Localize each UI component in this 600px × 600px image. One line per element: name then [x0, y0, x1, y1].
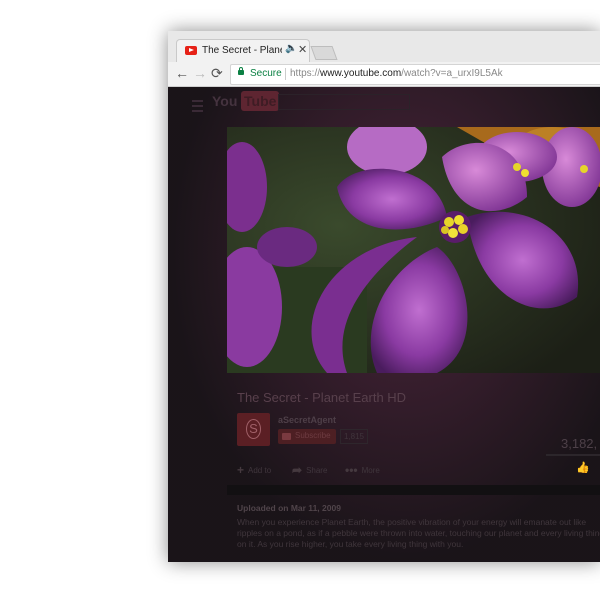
forward-arrow-icon[interactable]: →: [193, 65, 207, 81]
more-button[interactable]: ••• More: [345, 463, 380, 477]
youtube-page: You Tube The Secret - Planet Earth HD S …: [168, 87, 600, 562]
subscribe-button[interactable]: Subscribe: [278, 429, 336, 444]
youtube-favicon-icon: [185, 46, 197, 55]
plus-icon: +: [237, 463, 245, 477]
share-button[interactable]: ➦ Share: [292, 463, 327, 477]
url-host: www.youtube.com: [320, 68, 402, 79]
lock-icon: [238, 67, 244, 75]
channel-avatar[interactable]: [237, 413, 270, 446]
video-player[interactable]: [227, 127, 600, 373]
youtube-logo-tube[interactable]: Tube: [241, 91, 280, 111]
secure-label: Secure: [250, 68, 282, 79]
url-text[interactable]: https://www.youtube.com/watch?v=a_urxI9L…: [290, 68, 503, 79]
browser-toolbar: ← → ⟳ Secure https://www.youtube.com/wat…: [168, 62, 600, 87]
video-frame-violet-flower: [227, 127, 600, 373]
search-input[interactable]: [278, 94, 410, 110]
tab-strip: The Secret - Planet Earth HD - YouTube 🔈…: [168, 31, 600, 63]
subscriber-count: 1,815: [340, 429, 368, 444]
browser-tab[interactable]: The Secret - Planet Earth HD - YouTube 🔈…: [176, 39, 310, 63]
add-to-button[interactable]: + Add to: [237, 463, 271, 477]
hamburger-menu-icon[interactable]: [192, 100, 203, 112]
view-count: 3,182,: [561, 436, 598, 451]
reload-icon[interactable]: ⟳: [211, 65, 223, 81]
sentiment-bar: [546, 454, 600, 456]
section-divider: [227, 485, 600, 495]
channel-name[interactable]: aSecretAgent: [278, 415, 336, 425]
back-arrow-icon[interactable]: ←: [175, 65, 189, 81]
subscribe-label: Subscribe: [295, 431, 331, 440]
share-label: Share: [306, 466, 328, 475]
close-icon[interactable]: ✕: [298, 43, 307, 56]
url-path: /watch?v=a_urxI9L5Ak: [401, 68, 503, 79]
browser-window: The Secret - Planet Earth HD - YouTube 🔈…: [168, 31, 600, 562]
youtube-play-icon: [282, 433, 291, 440]
video-title: The Secret - Planet Earth HD: [237, 390, 407, 405]
address-bar[interactable]: Secure https://www.youtube.com/watch?v=a…: [230, 64, 600, 85]
new-tab-button[interactable]: [310, 46, 338, 60]
more-dots-icon: •••: [345, 463, 358, 477]
tab-title: The Secret - Planet Earth HD - YouTube: [202, 45, 282, 56]
thumbs-up-icon[interactable]: 👍: [576, 461, 590, 474]
address-divider: [285, 68, 286, 80]
speaker-icon[interactable]: 🔈: [285, 43, 297, 54]
url-scheme: https://: [290, 68, 321, 79]
share-arrow-icon: ➦: [292, 463, 303, 477]
more-label: More: [361, 466, 380, 475]
youtube-logo-you[interactable]: You: [212, 93, 237, 109]
add-to-label: Add to: [248, 466, 272, 475]
upload-date: Uploaded on Mar 11, 2009: [237, 503, 341, 513]
video-description: When you experience Planet Earth, the po…: [237, 517, 600, 549]
